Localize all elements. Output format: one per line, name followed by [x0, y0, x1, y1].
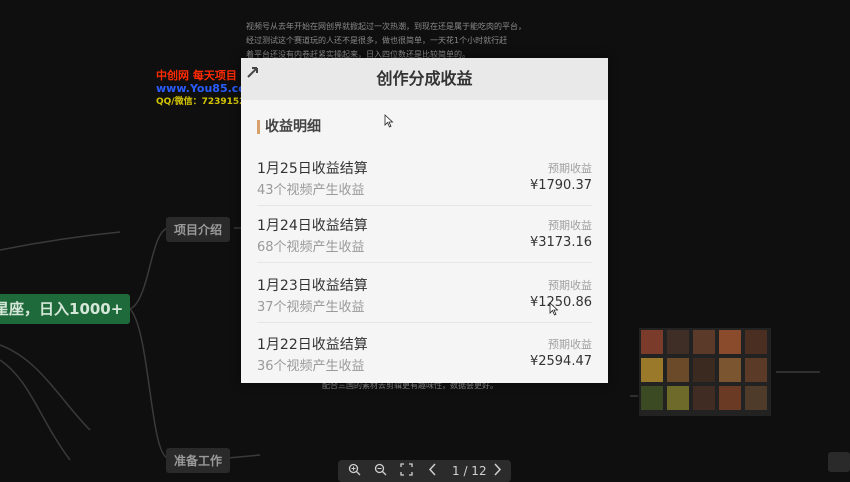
- bg-paragraph-line-2: 经过测试这个赛道玩的人还不是很多，做也很简单，一天花1个小时就行赶: [246, 36, 508, 45]
- chevron-left-icon[interactable]: [428, 463, 438, 479]
- fit-screen-icon[interactable]: [400, 463, 413, 479]
- modal-header: 创作分成收益: [241, 58, 608, 100]
- earnings-modal: 创作分成收益 收益明细 1月25日收益结算 43个视频产生收益 预期收益 ¥17…: [241, 58, 608, 383]
- modal-title: 创作分成收益: [376, 69, 473, 88]
- expected-label: 预期收益: [548, 338, 592, 351]
- settlement-date: 1月23日收益结算: [257, 278, 368, 294]
- earnings-row[interactable]: 1月25日收益结算 43个视频产生收益 预期收益 ¥1790.37: [241, 158, 608, 216]
- page-indicator: 1 / 12: [452, 464, 487, 478]
- zoom-out-icon[interactable]: [374, 463, 387, 479]
- mouse-cursor-icon: [384, 113, 394, 128]
- expected-amount: ¥3173.16: [529, 235, 592, 250]
- chevron-right-icon[interactable]: [492, 463, 502, 479]
- earnings-row[interactable]: 1月22日收益结算 36个视频产生收益 预期收益 ¥2594.47: [241, 334, 608, 392]
- expected-amount: ¥1250.86: [529, 295, 592, 310]
- row-divider: [257, 205, 592, 206]
- settlement-date: 1月25日收益结算: [257, 161, 368, 177]
- settlement-date: 1月22日收益结算: [257, 337, 368, 353]
- expected-label: 预期收益: [548, 279, 592, 292]
- video-count: 43个视频产生收益: [257, 183, 365, 198]
- mindmap-node-main[interactable]: 星座，日入1000+: [0, 294, 130, 324]
- mindmap-node-prep[interactable]: 准备工作: [166, 448, 231, 473]
- video-count: 37个视频产生收益: [257, 300, 365, 315]
- viewer-toolbar: 1 / 12: [338, 460, 511, 482]
- mindmap-node-intro[interactable]: 项目介绍: [166, 217, 231, 242]
- section-accent-bar: [257, 120, 260, 134]
- corner-button[interactable]: [828, 452, 850, 472]
- section-title: 收益明细: [265, 119, 321, 135]
- earnings-row[interactable]: 1月24日收益结算 68个视频产生收益 预期收益 ¥3173.16: [241, 215, 608, 273]
- video-thumbnail-grid[interactable]: [639, 328, 771, 416]
- mouse-cursor-icon: [549, 301, 559, 316]
- video-count: 68个视频产生收益: [257, 240, 365, 255]
- expected-label: 预期收益: [548, 162, 592, 175]
- expected-amount: ¥1790.37: [529, 178, 592, 193]
- settlement-date: 1月24日收益结算: [257, 218, 368, 234]
- row-divider: [257, 322, 592, 323]
- expected-amount: ¥2594.47: [529, 354, 592, 369]
- video-count: 36个视频产生收益: [257, 359, 365, 374]
- bg-paragraph-line-1: 视频号从去年开始在网创界就掀起过一次热潮，到现在还是属于能吃肉的平台，: [246, 22, 526, 31]
- expected-label: 预期收益: [548, 219, 592, 232]
- zoom-in-icon[interactable]: [348, 463, 361, 479]
- row-divider: [257, 262, 592, 263]
- watermark-line-1: 中创网 每天项目: [156, 69, 237, 82]
